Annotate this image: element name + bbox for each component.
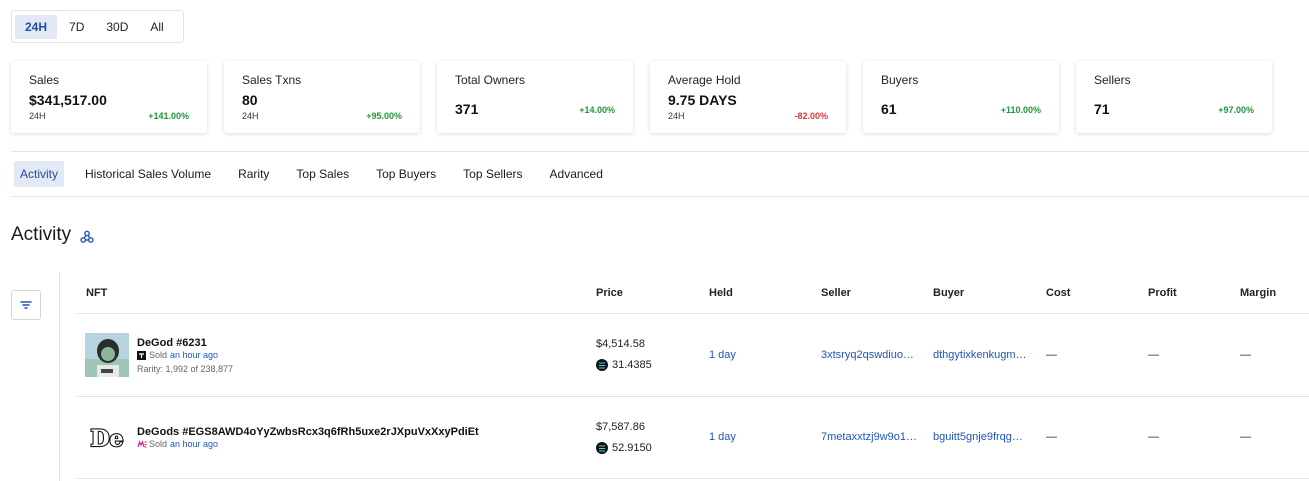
stat-change: +14.00%: [579, 105, 615, 115]
time-range-selector: 24H 7D 30D All: [11, 10, 184, 43]
tab-top-sales[interactable]: Top Sales: [283, 161, 362, 187]
held-duration[interactable]: 1 day: [709, 349, 736, 361]
sold-time-link[interactable]: an hour ago: [170, 350, 218, 360]
stat-card-total-owners: Total Owners 371 +14.00%: [437, 61, 633, 133]
rarity-text: Rarity: 1,992 of 238,877: [137, 364, 234, 374]
sold-info: Sold an hour ago: [137, 439, 218, 449]
divider: [59, 272, 60, 481]
stat-value: 80: [242, 92, 258, 108]
range-24h-button[interactable]: 24H: [15, 14, 58, 39]
buyer-address-link[interactable]: bguitt5gnje9frqg…: [933, 431, 1033, 443]
cost-value: —: [1046, 431, 1057, 443]
solana-icon: [596, 359, 608, 371]
divider: [77, 396, 1309, 397]
seller-address-link[interactable]: 7metaxxtzj9w9o1…: [821, 431, 921, 443]
margin-value: —: [1240, 431, 1251, 443]
filter-icon: [20, 301, 32, 309]
stat-card-buyers: Buyers 61 +110.00%: [863, 61, 1059, 133]
column-header-margin[interactable]: Margin: [1240, 287, 1276, 299]
stat-period: 24H: [29, 111, 46, 121]
nft-name[interactable]: DeGods #EGS8AWD4oYyZwbsRcx3q6fRh5uxe2rJX…: [137, 426, 479, 438]
column-header-seller[interactable]: Seller: [821, 287, 851, 299]
price-usd: $4,514.58: [596, 338, 645, 350]
stat-period: 24H: [668, 111, 685, 121]
nft-name[interactable]: DeGod #6231: [137, 337, 207, 349]
divider: [77, 478, 1309, 479]
tensor-icon: [137, 350, 146, 360]
tab-advanced[interactable]: Advanced: [537, 161, 616, 187]
stat-card-average-hold: Average Hold 9.75 DAYS 24H -82.00%: [650, 61, 846, 133]
stat-change: +110.00%: [1000, 105, 1041, 115]
column-header-cost[interactable]: Cost: [1046, 287, 1070, 299]
tab-rarity[interactable]: Rarity: [225, 161, 282, 187]
stat-card-sellers: Sellers 71 +97.00%: [1076, 61, 1272, 133]
stat-period: 24H: [242, 111, 259, 121]
stat-label: Sellers: [1094, 73, 1131, 87]
solana-icon: [596, 442, 608, 454]
stat-value: 9.75 DAYS: [668, 92, 737, 108]
column-header-held[interactable]: Held: [709, 287, 733, 299]
column-header-nft[interactable]: NFT: [86, 287, 107, 299]
stat-value: $341,517.00: [29, 92, 107, 108]
price-sol: 52.9150: [596, 442, 652, 454]
stat-change: +95.00%: [366, 111, 402, 121]
stat-change: -82.00%: [794, 111, 828, 121]
sold-info: Sold an hour ago: [137, 350, 218, 360]
collection-tabs: Activity Historical Sales Volume Rarity …: [14, 161, 617, 187]
price-sol-value: 52.9150: [612, 442, 652, 454]
stat-label: Total Owners: [455, 73, 526, 87]
profit-value: —: [1148, 349, 1159, 361]
tab-activity[interactable]: Activity: [14, 161, 65, 187]
stat-card-sales: Sales $341,517.00 24H +141.00%: [11, 61, 207, 133]
filter-button[interactable]: [11, 290, 41, 320]
stat-label: Sales Txns: [242, 73, 302, 87]
sold-label: Sold: [149, 439, 168, 449]
range-30d-button[interactable]: 30D: [96, 15, 138, 39]
column-header-buyer[interactable]: Buyer: [933, 287, 964, 299]
stat-label: Average Hold: [668, 73, 741, 87]
divider: [11, 151, 1309, 152]
price-sol-value: 31.4385: [612, 359, 652, 371]
range-all-button[interactable]: All: [140, 15, 173, 39]
divider: [11, 196, 1309, 197]
divider: [77, 313, 1309, 314]
margin-value: —: [1240, 349, 1251, 361]
profit-value: —: [1148, 431, 1159, 443]
held-duration[interactable]: 1 day: [709, 431, 736, 443]
tab-top-buyers[interactable]: Top Buyers: [363, 161, 449, 187]
cost-value: —: [1046, 349, 1057, 361]
webhook-icon[interactable]: [80, 228, 94, 243]
range-7d-button[interactable]: 7D: [59, 15, 94, 39]
seller-address-link[interactable]: 3xtsryq2qswdiuo…: [821, 349, 921, 361]
page-title: Activity: [11, 224, 72, 245]
stats-cards: Sales $341,517.00 24H +141.00% Sales Txn…: [11, 61, 1272, 133]
tab-historical-sales-volume[interactable]: Historical Sales Volume: [72, 161, 224, 187]
tab-top-sellers[interactable]: Top Sellers: [450, 161, 535, 187]
sold-time-link[interactable]: an hour ago: [170, 439, 218, 449]
nft-thumbnail[interactable]: [85, 333, 129, 377]
nft-thumbnail[interactable]: De: [85, 416, 129, 460]
degods-logo-text: De: [90, 426, 123, 452]
stat-change: +141.00%: [148, 111, 189, 121]
buyer-address-link[interactable]: dthgytixkenkugm…: [933, 349, 1033, 361]
magic-eden-icon: [137, 439, 147, 449]
column-header-profit[interactable]: Profit: [1148, 287, 1177, 299]
stat-label: Buyers: [881, 73, 919, 87]
stat-change: +97.00%: [1218, 105, 1254, 115]
column-header-price[interactable]: Price: [596, 287, 623, 299]
sold-label: Sold: [149, 350, 168, 360]
stat-card-sales-txns: Sales Txns 80 24H +95.00%: [224, 61, 420, 133]
stat-label: Sales: [29, 73, 60, 87]
price-sol: 31.4385: [596, 359, 652, 371]
price-usd: $7,587.86: [596, 421, 645, 433]
section-header: Activity: [11, 224, 94, 246]
